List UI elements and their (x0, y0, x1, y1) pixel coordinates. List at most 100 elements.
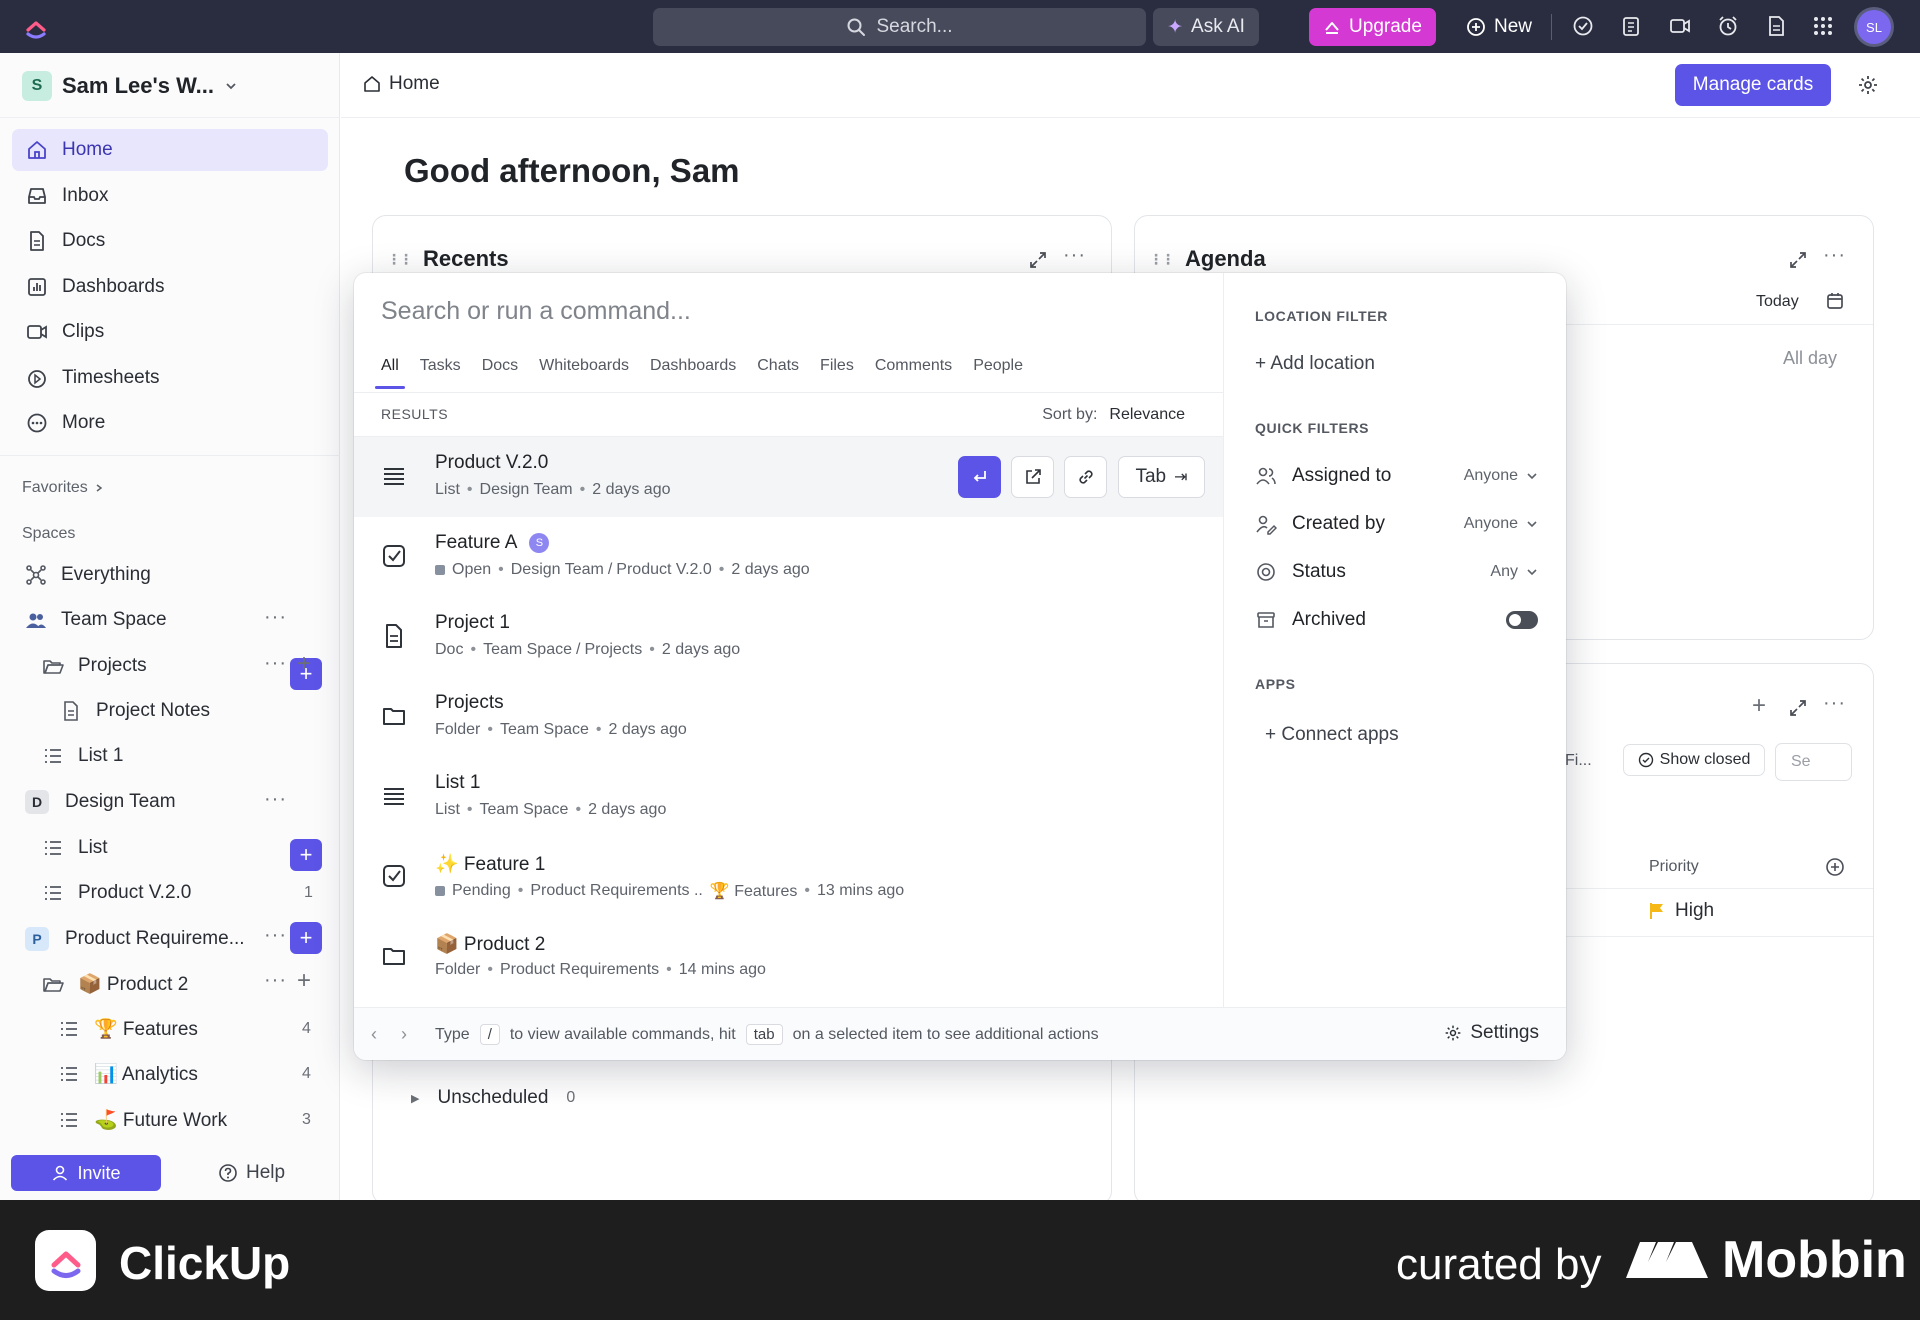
show-closed-button[interactable]: Show closed (1623, 744, 1765, 776)
notepad-icon[interactable] (1764, 14, 1788, 38)
sidebar-item-projects[interactable]: Projects (42, 646, 147, 686)
sidebar-item-design-team[interactable]: D Design Team (25, 782, 176, 822)
more-options-icon[interactable]: ··· (264, 652, 287, 675)
video-icon[interactable] (1668, 14, 1692, 38)
tab-files[interactable]: Files (820, 357, 854, 389)
add-icon[interactable]: + (1752, 692, 1766, 720)
archived-toggle[interactable] (1506, 611, 1538, 629)
sidebar-item-list-1[interactable]: List 1 (42, 736, 123, 776)
result-row[interactable]: Feature A S Open • Design Team / Product V.… (354, 517, 1223, 597)
alarm-icon[interactable] (1716, 14, 1740, 38)
sidebar-item-docs[interactable]: Docs (12, 220, 328, 262)
tab-tasks[interactable]: Tasks (420, 357, 461, 389)
drag-handle-icon[interactable]: ⋮⋮ (1149, 251, 1175, 268)
clipboard-icon[interactable] (1619, 14, 1643, 38)
calendar-icon[interactable] (1825, 291, 1845, 311)
expand-icon[interactable] (1788, 250, 1808, 270)
priority-cell[interactable]: High (1649, 900, 1714, 922)
filter-dropdown[interactable]: Any (1490, 563, 1538, 581)
tab-people[interactable]: People (973, 357, 1023, 389)
more-options-icon[interactable]: ··· (1823, 692, 1846, 715)
palette-settings-button[interactable]: Settings (1444, 1022, 1539, 1044)
tab-dashboards[interactable]: Dashboards (650, 357, 736, 389)
add-column-icon[interactable] (1825, 857, 1845, 877)
sidebar-item-project-notes[interactable]: Project Notes (60, 691, 210, 731)
check-circle-icon[interactable] (1571, 14, 1595, 38)
expand-icon[interactable] (1788, 698, 1808, 718)
result-row[interactable]: ✨ Feature 1 Pending • Product Requirement… (354, 837, 1223, 917)
add-to-space-button[interactable]: + (290, 839, 322, 871)
sidebar-item-list[interactable]: List (42, 828, 108, 868)
new-button[interactable]: New (1455, 8, 1543, 46)
more-options-icon[interactable]: ··· (264, 969, 287, 992)
back-arrow-icon[interactable]: ‹ (371, 1024, 377, 1045)
more-options-icon[interactable]: ··· (264, 606, 287, 629)
help-button[interactable]: Help (218, 1155, 285, 1191)
clickup-logo-icon[interactable] (22, 13, 50, 41)
manage-cards-button[interactable]: Manage cards (1675, 64, 1831, 106)
sidebar-item-product-2[interactable]: 📦 Product 2 (42, 964, 188, 1004)
tab-whiteboards[interactable]: Whiteboards (539, 357, 629, 389)
sidebar-item-product-requirements[interactable]: P Product Requireme... (25, 919, 245, 959)
result-row[interactable]: Project 1 Doc • Team Space / Projects • 2 da… (354, 597, 1223, 677)
filter-archived[interactable]: Archived (1255, 605, 1538, 635)
add-icon[interactable]: + (297, 650, 311, 678)
user-avatar[interactable]: SL (1857, 10, 1891, 44)
sort-control[interactable]: Sort by: Relevance (1042, 406, 1185, 424)
agenda-today-button[interactable]: Today (1756, 293, 1799, 311)
gear-icon[interactable] (1857, 74, 1879, 96)
sidebar-item-home[interactable]: Home (12, 129, 328, 171)
open-new-tab-button[interactable] (1011, 456, 1054, 498)
sidebar-item-inbox[interactable]: Inbox (12, 175, 328, 217)
result-row[interactable]: Projects Folder • Team Space • 2 days ago (354, 677, 1223, 757)
tab-comments[interactable]: Comments (875, 357, 952, 389)
sidebar-item-team-space[interactable]: Team Space (25, 600, 167, 640)
sidebar-item-timesheets[interactable]: Timesheets (12, 357, 328, 399)
more-options-icon[interactable]: ··· (1823, 244, 1846, 267)
more-options-icon[interactable]: ··· (264, 788, 287, 811)
add-location-button[interactable]: + Add location (1255, 353, 1375, 375)
sidebar-item-clips[interactable]: Clips (12, 311, 328, 353)
result-row[interactable]: List 1 List • Team Space • 2 days ago (354, 757, 1223, 837)
connect-apps-button[interactable]: + Connect apps (1265, 724, 1399, 746)
filter-dropdown[interactable]: Anyone (1464, 467, 1538, 485)
filter-status[interactable]: Status Any (1255, 557, 1538, 587)
unscheduled-group[interactable]: ▶ Unscheduled 0 (411, 1087, 575, 1109)
add-icon[interactable]: + (297, 967, 311, 995)
more-options-icon[interactable]: ··· (264, 924, 287, 947)
sidebar-item-more[interactable]: More (12, 402, 328, 444)
breadcrumb[interactable]: Home (363, 73, 440, 95)
priority-column-header[interactable]: Priority (1649, 858, 1699, 876)
global-search[interactable]: Search... (653, 8, 1146, 46)
sidebar-item-product-v2[interactable]: Product V.2.0 (42, 873, 191, 913)
tab-chats[interactable]: Chats (757, 357, 799, 389)
filter-assigned-to[interactable]: Assigned to Anyone (1255, 461, 1538, 491)
forward-arrow-icon[interactable]: › (401, 1024, 407, 1045)
command-search-input[interactable]: Search or run a command... (381, 297, 691, 326)
favorites-section[interactable]: Favorites (22, 479, 104, 497)
filter-created-by[interactable]: Created by Anyone (1255, 509, 1538, 539)
upgrade-button[interactable]: Upgrade (1309, 8, 1436, 46)
sidebar-item-future-work[interactable]: ⛳ Future Work (58, 1100, 227, 1140)
apps-grid-icon[interactable] (1811, 14, 1835, 38)
open-result-button[interactable] (958, 456, 1001, 498)
invite-button[interactable]: Invite (11, 1155, 161, 1191)
result-row[interactable]: 📦 Product 2 Folder • Product Requirements… (354, 917, 1223, 997)
sidebar-item-features[interactable]: 🏆 Features (58, 1009, 198, 1049)
expand-icon[interactable] (1028, 250, 1048, 270)
add-to-space-button[interactable]: + (290, 922, 322, 954)
filter-dropdown[interactable]: Anyone (1464, 515, 1538, 533)
ask-ai-button[interactable]: ✦ Ask AI (1153, 8, 1259, 46)
filter-button[interactable]: Fi... (1565, 752, 1592, 770)
tab-docs[interactable]: Docs (482, 357, 518, 389)
tasks-search-input[interactable]: Se (1775, 743, 1852, 781)
more-options-icon[interactable]: ··· (1063, 244, 1086, 267)
tab-actions-button[interactable]: Tab ⇥ (1118, 456, 1205, 498)
tab-all[interactable]: All (375, 357, 405, 389)
sidebar-item-dashboards[interactable]: Dashboards (12, 266, 328, 308)
drag-handle-icon[interactable]: ⋮⋮ (387, 251, 413, 268)
sidebar-item-analytics[interactable]: 📊 Analytics (58, 1054, 198, 1094)
workspace-switcher[interactable]: S Sam Lee's W... (22, 69, 238, 103)
copy-link-button[interactable] (1064, 456, 1107, 498)
result-row[interactable]: Product V.2.0 List • Design Team • 2 days … (354, 437, 1223, 517)
